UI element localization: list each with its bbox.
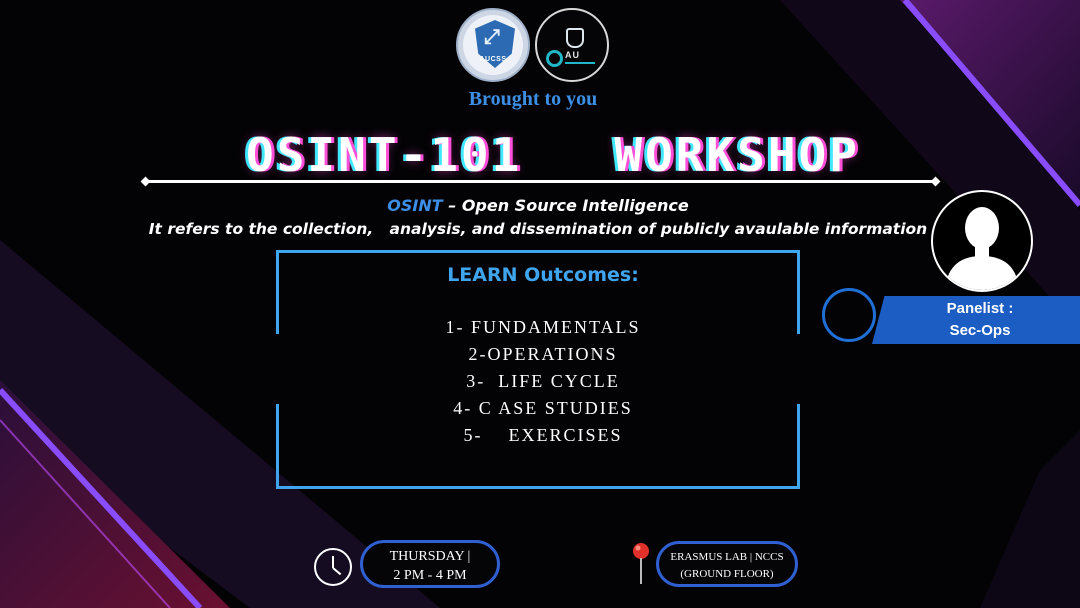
outcomes-heading: LEARN Outcomes: xyxy=(447,264,639,286)
location-line-2: (GROUND FLOOR) xyxy=(680,568,774,580)
outcome-item: 2-OPERATIONS xyxy=(468,344,618,364)
outcome-item: 4- C ASE STUDIES xyxy=(453,398,633,418)
location-pill: ERASMUS LAB | NCCS (GROUND FLOOR) xyxy=(656,541,798,587)
event-hours: 2 PM - 4 PM xyxy=(393,568,467,583)
logo2-underline xyxy=(565,62,595,64)
shield-icon xyxy=(566,28,584,48)
aucss-logo: ⤢ AUCSS xyxy=(456,8,530,82)
osint-definition: It refers to the collection, analysis, a… xyxy=(148,220,928,238)
osint-expansion: OSINT – Open Source Intelligence xyxy=(0,196,1076,215)
location-line-1: ERASMUS LAB | NCCS xyxy=(670,551,784,563)
osint-keyword: OSINT xyxy=(387,196,443,215)
frame-bottom xyxy=(276,486,800,489)
person-avatar-icon xyxy=(945,207,1019,290)
logo-glyph: ⤢ xyxy=(484,24,500,48)
title-divider xyxy=(146,180,936,183)
location-pin-icon xyxy=(633,543,649,584)
clock-hand-minute xyxy=(332,567,342,576)
clock-icon xyxy=(314,548,352,586)
outcome-item: 5- EXERCISES xyxy=(463,425,623,445)
outcome-item: 1- FUNDAMENTALS xyxy=(445,317,641,337)
panelist-ring-decor xyxy=(822,288,876,342)
time-pill: THURSDAY | 2 PM - 4 PM xyxy=(360,540,500,588)
au-club-logo: AU xyxy=(535,8,609,82)
poster-title: OSINT-101 WORKSHOP xyxy=(246,128,860,182)
panelist-label: Panelist : xyxy=(946,300,1014,317)
brought-to-you-text: Brought to you xyxy=(468,88,598,110)
stripe-right-lower xyxy=(980,430,1080,608)
osint-expansion-text: – Open Source Intelligence xyxy=(442,196,689,215)
frame-top xyxy=(276,250,800,253)
event-day: THURSDAY | xyxy=(389,549,471,564)
logo-text: AUCSS xyxy=(479,56,507,63)
workshop-poster: ⤢ AUCSS AU Brought to you OSINT-101 WORK… xyxy=(0,0,1080,608)
logo2-text: AU xyxy=(565,50,580,60)
outcomes-list: 1- FUNDAMENTALS 2-OPERATIONS 3- LIFE CYC… xyxy=(276,314,810,449)
outcome-item: 3- LIFE CYCLE xyxy=(466,371,620,391)
panelist-avatar xyxy=(931,190,1033,292)
ring-icon xyxy=(546,50,563,67)
panelist-name: Sec-Ops xyxy=(949,322,1011,339)
